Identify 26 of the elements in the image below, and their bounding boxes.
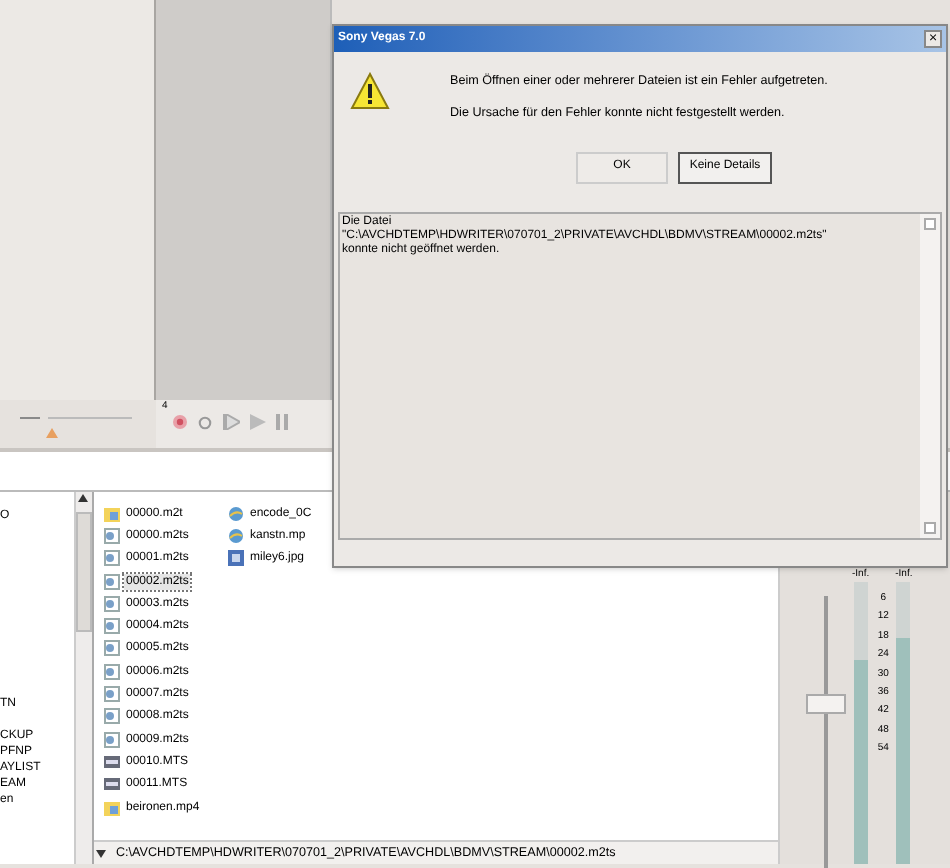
record-icon[interactable] <box>172 414 188 430</box>
play-icon[interactable] <box>250 414 266 430</box>
document-icon <box>104 686 120 703</box>
file-icon <box>104 799 120 815</box>
scroll-thumb[interactable] <box>76 512 92 632</box>
pause-icon[interactable] <box>276 414 288 430</box>
document-icon <box>104 527 120 544</box>
document-icon <box>104 618 120 635</box>
document-icon <box>104 640 120 657</box>
scrollbar[interactable] <box>74 492 92 864</box>
globe-icon <box>228 505 244 522</box>
document-icon <box>104 550 120 567</box>
globe-icon <box>228 527 244 544</box>
fader-thumb[interactable] <box>806 694 846 715</box>
document-icon <box>104 663 120 680</box>
document-icon <box>104 731 120 748</box>
document-icon <box>104 708 120 725</box>
scrollbar[interactable] <box>920 213 940 538</box>
document-icon <box>104 595 120 612</box>
loop-icon[interactable] <box>198 415 212 429</box>
play-from-start-icon[interactable] <box>222 414 240 430</box>
file-icon <box>104 505 120 522</box>
document-icon <box>104 573 120 590</box>
warning-icon <box>350 72 390 110</box>
dropdown-icon[interactable] <box>94 847 108 859</box>
image-icon <box>228 550 244 567</box>
